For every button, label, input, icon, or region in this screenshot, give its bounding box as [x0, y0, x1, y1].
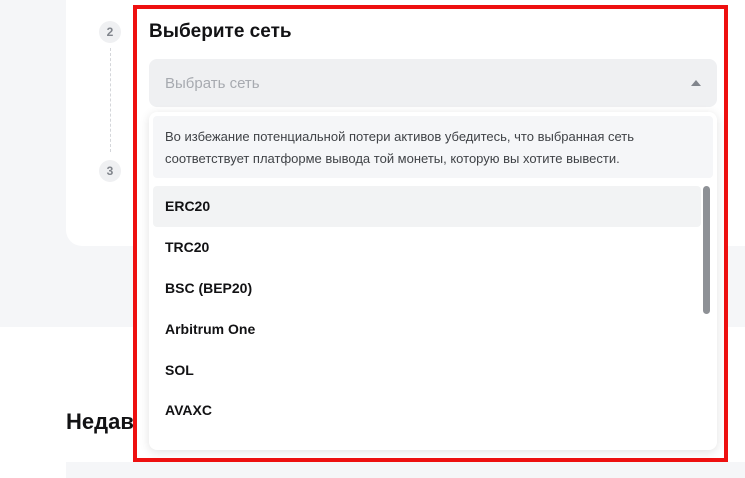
network-select[interactable]: Выбрать сеть	[149, 59, 717, 107]
step-badge-3: 3	[99, 160, 121, 182]
network-option-erc20[interactable]: ERC20	[153, 186, 701, 227]
network-option-bsc[interactable]: BSC (BEP20)	[153, 268, 701, 309]
network-dropdown: Во избежание потенциальной потери активо…	[149, 112, 717, 450]
caret-up-icon	[691, 80, 701, 86]
dropdown-scrollbar-thumb[interactable]	[703, 186, 710, 314]
network-select-placeholder: Выбрать сеть	[165, 74, 260, 92]
step-badge-2: 2	[99, 21, 121, 43]
network-option-arbitrum[interactable]: Arbitrum One	[153, 308, 701, 349]
step-connector	[110, 48, 111, 152]
network-option-sol[interactable]: SOL	[153, 349, 701, 390]
network-options-list: ERC20 TRC20 BSC (BEP20) Arbitrum One SOL…	[153, 186, 701, 431]
network-select-panel: Выберите сеть Выбрать сеть Во избежание …	[133, 5, 728, 462]
network-select-title: Выберите сеть	[149, 21, 292, 42]
dropdown-scrollbar[interactable]	[701, 186, 711, 446]
recent-section-strip	[66, 462, 745, 478]
network-option-trc20[interactable]: TRC20	[153, 227, 701, 268]
network-option-avaxc[interactable]: AVAXC	[153, 390, 701, 431]
network-warning-notice: Во избежание потенциальной потери активо…	[153, 116, 713, 178]
